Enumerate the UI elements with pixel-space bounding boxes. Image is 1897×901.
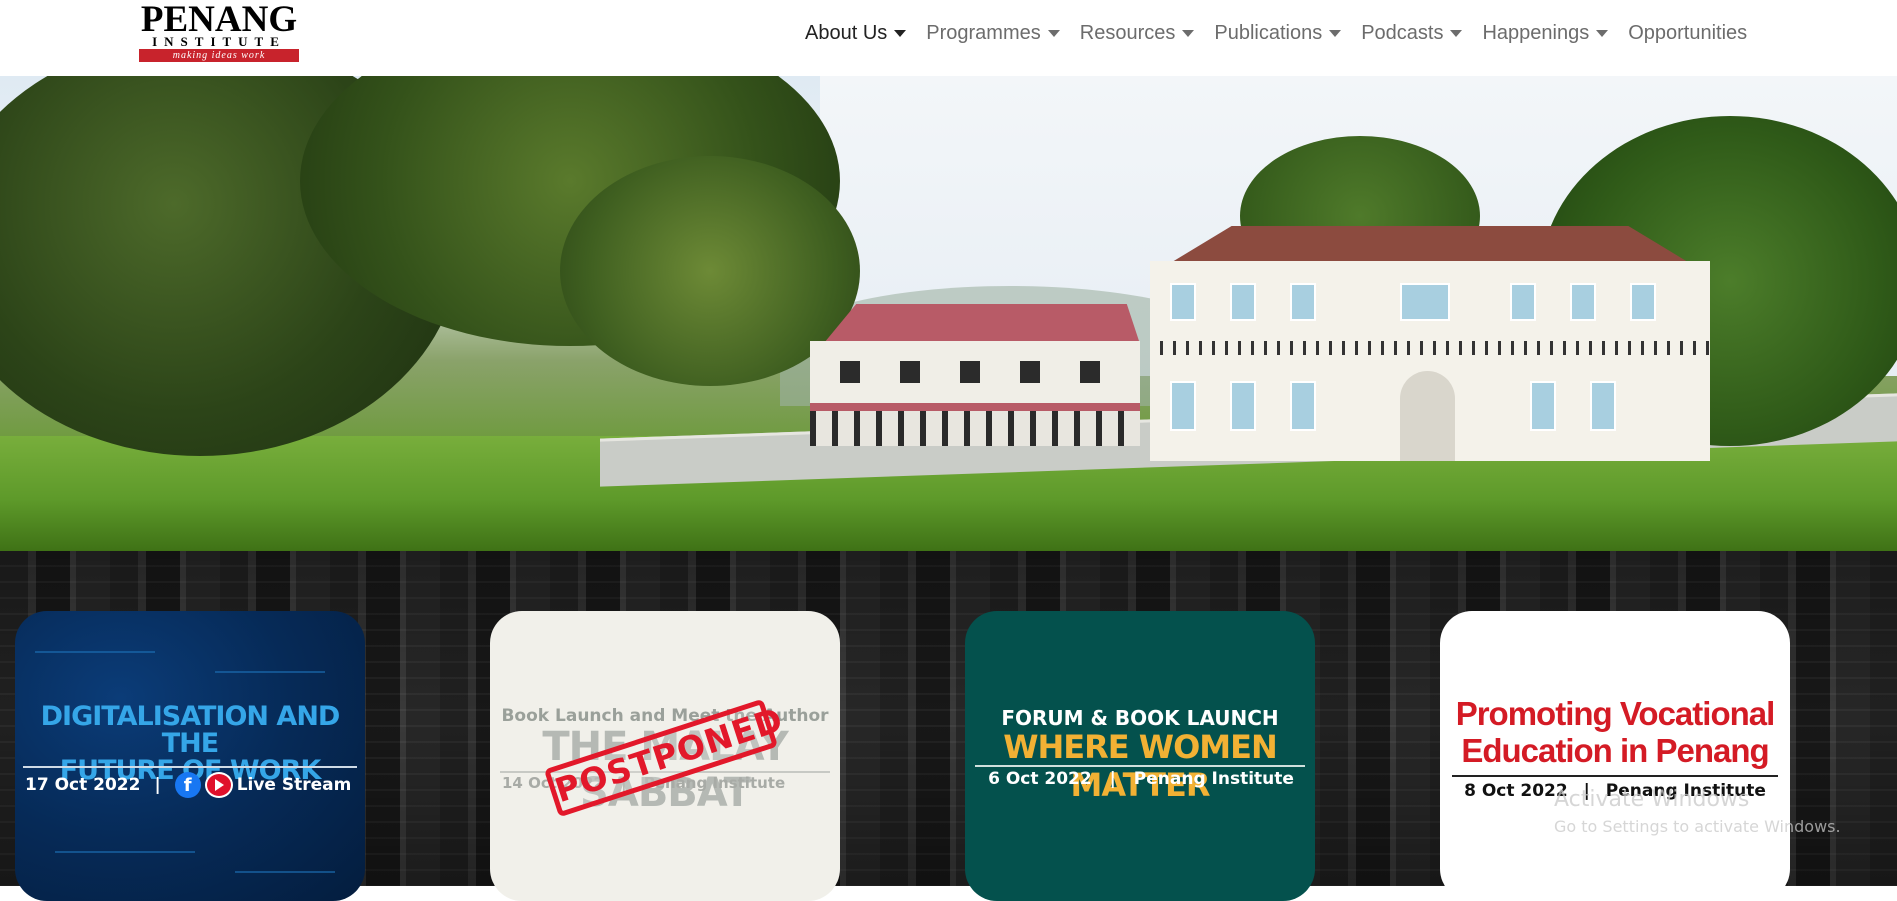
event-card-digitalisation[interactable]: DIGITALISATION AND THE FUTURE OF WORK 17… — [15, 611, 365, 901]
watermark-title: Activate Windows — [1554, 787, 1750, 812]
facebook-icon: f — [174, 772, 201, 798]
caret-down-icon — [1047, 29, 1060, 37]
circuit-line — [35, 651, 155, 653]
building-window — [1230, 381, 1256, 431]
divider — [1452, 775, 1778, 777]
building-window — [1590, 381, 1616, 431]
event-date: 8 Oct 2022 — [1464, 781, 1568, 801]
building-window — [1630, 283, 1656, 321]
event-venue: Live Stream — [236, 775, 352, 795]
event-title: Promoting Vocational Education in Penang — [1440, 695, 1790, 769]
caret-down-icon — [1596, 29, 1609, 37]
event-meta: 6 Oct 2022 | Penang Institute — [971, 769, 1311, 789]
nav-label: Podcasts — [1361, 21, 1444, 44]
logo-main-text: PENANG — [140, 0, 298, 40]
building-arch — [1400, 371, 1455, 461]
building-right — [1150, 261, 1710, 461]
nav-item-opportunities[interactable]: Opportunities — [1618, 20, 1757, 46]
building-window — [1290, 283, 1316, 321]
building-left — [810, 341, 1140, 446]
nav-item-programmes[interactable]: Programmes — [916, 20, 1069, 46]
hero-banner-image — [0, 76, 1897, 551]
building-window — [840, 361, 860, 383]
event-meta: 17 Oct 2022 | f Live Stream — [25, 772, 355, 798]
event-subtitle: Book Launch and Meet the Author — [501, 706, 829, 726]
nav-item-resources[interactable]: Resources — [1070, 20, 1205, 46]
event-title-line: Promoting Vocational — [1455, 695, 1776, 732]
nav-item-podcasts[interactable]: Podcasts — [1351, 20, 1472, 46]
nav-label: Programmes — [926, 21, 1041, 44]
event-title-line: DIGITALISATION AND THE — [40, 701, 341, 759]
circuit-line — [55, 851, 195, 853]
event-card-malay-sabbat[interactable]: Book Launch and Meet the Author THE MALA… — [490, 611, 840, 901]
building-window — [1530, 381, 1556, 431]
nav-label: Resources — [1079, 21, 1176, 44]
building-window — [1170, 381, 1196, 431]
building-window — [1230, 283, 1256, 321]
building-window — [960, 361, 980, 383]
logo-sub-text: INSTITUTE — [152, 34, 286, 49]
separator: | — [1109, 769, 1116, 789]
nav-label: Happenings — [1482, 21, 1590, 44]
building-window — [900, 361, 920, 383]
caret-down-icon — [1329, 29, 1342, 37]
divider — [23, 766, 357, 768]
caret-down-icon — [1450, 29, 1463, 37]
nav-label: About Us — [805, 21, 888, 44]
event-subtitle: FORUM & BOOK LAUNCH — [1001, 706, 1279, 730]
circuit-line — [215, 671, 325, 673]
nav-item-about-us[interactable]: About Us — [795, 20, 916, 46]
activate-windows-watermark: Activate Windows Go to Settings to activ… — [1554, 786, 1841, 838]
youtube-icon — [204, 772, 233, 798]
building-window — [1400, 283, 1450, 321]
building-balustrade — [1150, 341, 1710, 355]
building-window — [1020, 361, 1040, 383]
event-title-line: Education in Penang — [1461, 732, 1769, 769]
divider — [975, 765, 1305, 767]
caret-down-icon — [1182, 29, 1195, 37]
nav-label: Publications — [1214, 21, 1323, 44]
building-window — [1170, 283, 1196, 321]
event-card-vocational-education[interactable]: Promoting Vocational Education in Penang… — [1440, 611, 1790, 901]
event-card-where-women-matter[interactable]: FORUM & BOOK LAUNCH WHERE WOMEN MATTER 6… — [965, 611, 1315, 901]
building-window — [1290, 381, 1316, 431]
caret-down-icon — [894, 29, 907, 37]
circuit-line — [235, 871, 335, 873]
site-logo[interactable]: PENANG INSTITUTE making ideas work — [139, 0, 299, 62]
building-awning — [810, 403, 1140, 411]
event-date: 6 Oct 2022 — [988, 769, 1092, 789]
building-columns — [810, 411, 1140, 446]
building-window — [1570, 283, 1596, 321]
separator: | — [154, 775, 161, 795]
logo-tagline: making ideas work — [139, 49, 299, 62]
building-window — [1510, 283, 1536, 321]
event-date: 17 Oct 2022 — [25, 775, 141, 795]
navbar: PENANG INSTITUTE making ideas work About… — [0, 0, 1897, 76]
building-window — [1080, 361, 1100, 383]
nav-label: Opportunities — [1628, 21, 1748, 44]
main-nav: About Us Programmes Resources Publicatio… — [795, 20, 1757, 46]
nav-item-publications[interactable]: Publications — [1204, 20, 1351, 46]
watermark-subtitle: Go to Settings to activate Windows. — [1554, 817, 1841, 836]
nav-item-happenings[interactable]: Happenings — [1472, 20, 1618, 46]
building-roof — [823, 304, 1140, 344]
event-venue: Penang Institute — [1133, 769, 1294, 789]
